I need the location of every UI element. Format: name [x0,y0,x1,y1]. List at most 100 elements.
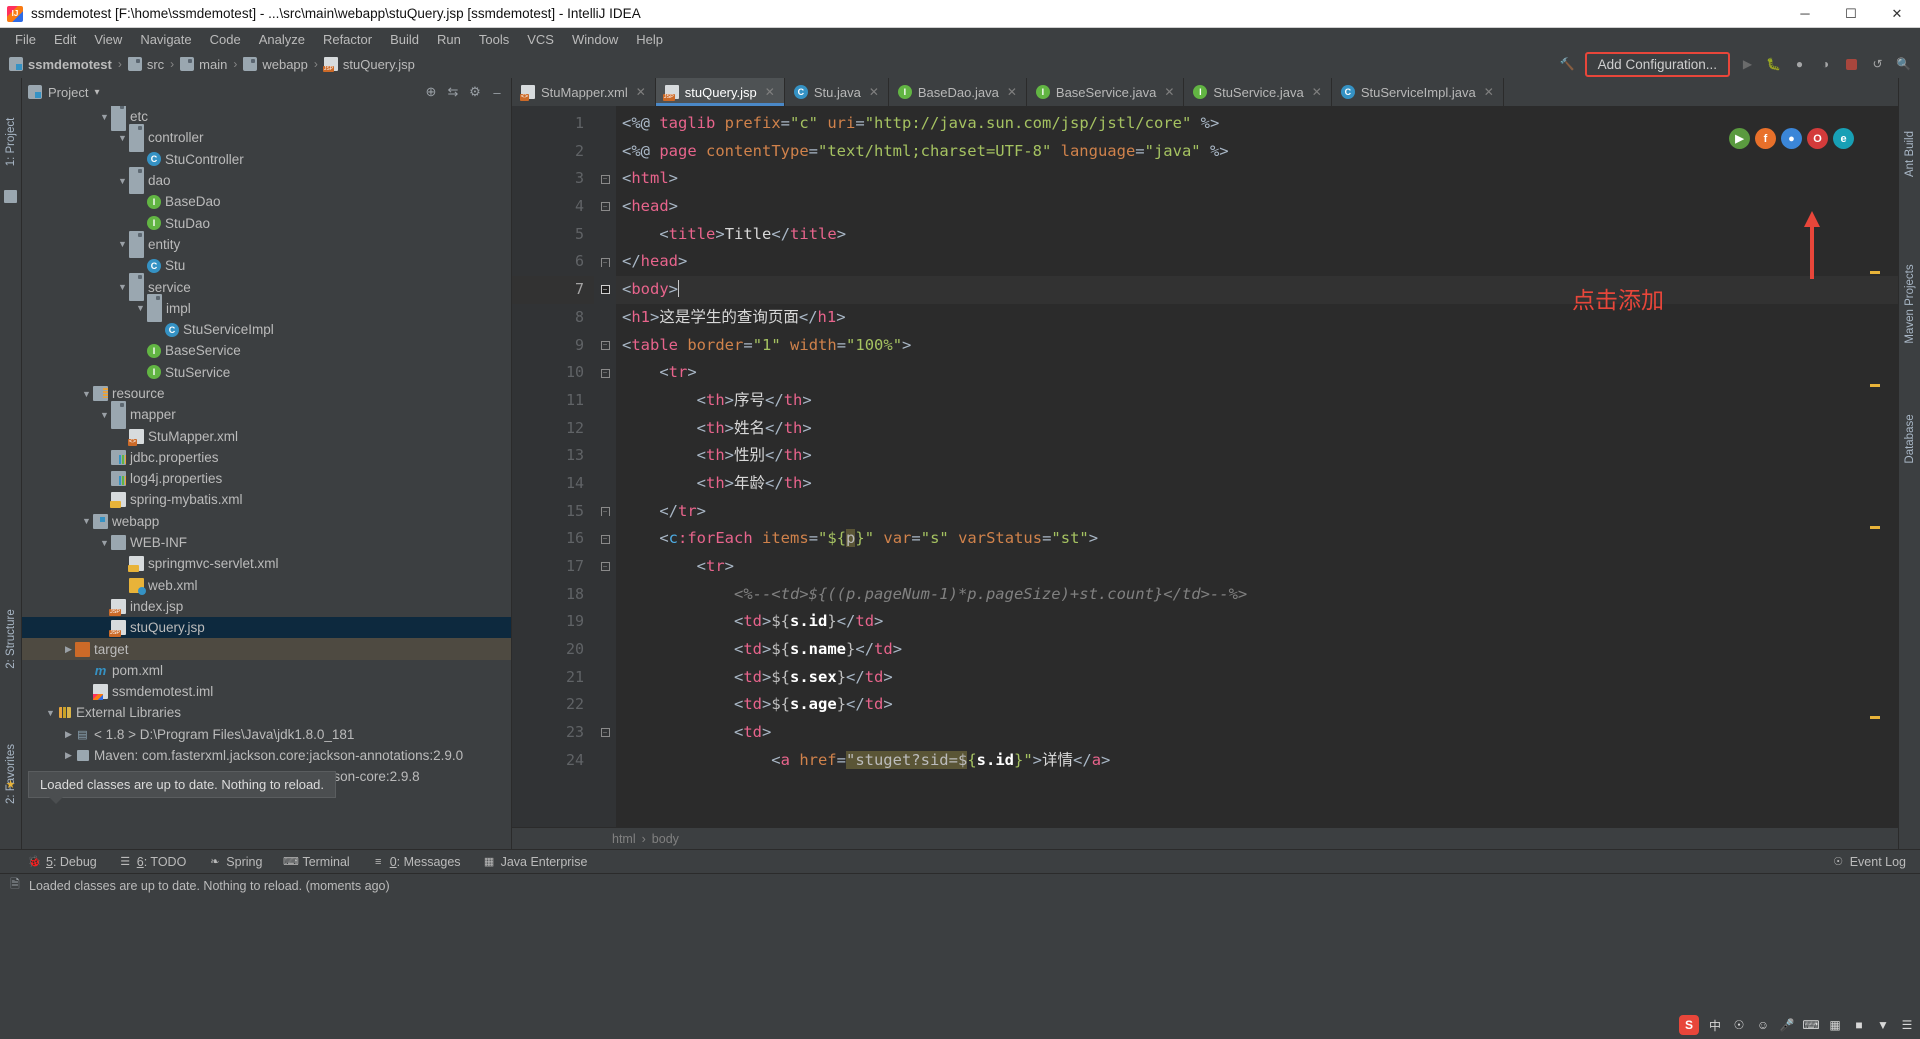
tree-node-service[interactable]: ▼ service [22,273,511,301]
tree-node-spring-mybatis.xml[interactable]: spring-mybatis.xml [22,489,511,510]
menu-item-edit[interactable]: Edit [45,30,85,49]
chevron-down-icon[interactable]: ▼ [98,538,111,548]
fold-toggle-icon[interactable]: − [594,719,616,747]
strip-item-project[interactable]: 1: Project [5,118,17,167]
fold-toggle-icon[interactable]: − [594,276,616,304]
chevron-down-icon[interactable]: ▼ [80,516,93,526]
strip-item-ant-build[interactable]: Ant Build [1904,131,1916,177]
tree-node-stuservice[interactable]: I StuService [22,362,511,383]
code-content[interactable]: <%@ taglib prefix="c" uri="http://java.s… [616,106,1898,827]
menu-item-run[interactable]: Run [428,30,470,49]
code-line[interactable]: </tr> [616,498,1898,526]
locate-icon[interactable]: ⊕ [423,84,439,100]
stop-icon[interactable] [1843,56,1860,73]
code-line[interactable]: <c:forEach items="${p}" var="s" varStatu… [616,525,1898,553]
code-line[interactable]: </head> [616,248,1898,276]
menu-item-view[interactable]: View [85,30,131,49]
edge-icon[interactable]: e [1833,128,1854,149]
close-button[interactable]: ✕ [1874,0,1920,28]
close-icon[interactable]: ✕ [1007,85,1017,99]
warning-marker[interactable] [1870,271,1880,274]
bottom-tool-6--todo[interactable]: ☰ 6: TODO [119,855,186,869]
tray-icon[interactable]: ▦ [1826,1016,1844,1034]
code-line[interactable]: <h1>这是学生的查询页面</h1> [616,304,1898,332]
code-line[interactable]: <head> [616,193,1898,221]
debug-icon[interactable]: 🐛 [1765,56,1782,73]
code-line[interactable]: <th>年龄</th> [616,470,1898,498]
maximize-button[interactable]: ☐ [1828,0,1874,28]
chrome-icon[interactable]: ● [1781,128,1802,149]
breadcrumb-item-webapp[interactable]: webapp [240,56,311,73]
opera-icon[interactable]: O [1807,128,1828,149]
strip-item-maven-projects[interactable]: Maven Projects [1904,264,1916,343]
chevron-down-icon[interactable]: ▾ [94,87,99,98]
fold-toggle-icon[interactable]: − [594,553,616,581]
code-line[interactable]: <td>${s.age}</td> [616,691,1898,719]
fold-toggle-icon[interactable]: − [594,498,616,526]
tree-node-controller[interactable]: ▼ controller [22,124,511,152]
code-line[interactable]: <%@ page contentType="text/html;charset=… [616,138,1898,166]
breadcrumb-item-stuquery-jsp[interactable]: stuQuery.jsp [321,56,418,73]
chevron-down-icon[interactable]: ▼ [98,410,111,420]
tray-icon[interactable]: ☰ [1898,1016,1916,1034]
chevron-right-icon[interactable]: ▶ [62,644,75,655]
tray-icon[interactable]: 中 [1706,1016,1724,1034]
breadcrumb-item-main[interactable]: main [177,56,230,73]
code-line[interactable]: <%--<td>${((p.pageNum-1)*p.pageSize)+st.… [616,581,1898,609]
menu-item-tools[interactable]: Tools [470,30,518,49]
breadcrumb-item-ssmdemotest[interactable]: ssmdemotest [6,56,115,73]
run-icon[interactable]: ▶ [1739,56,1756,73]
tree-node-web-inf[interactable]: ▼ WEB-INF [22,532,511,553]
close-icon[interactable]: ✕ [1312,85,1322,99]
chevron-down-icon[interactable]: ▼ [116,282,129,292]
tree-node-dao[interactable]: ▼ dao [22,166,511,195]
warning-marker[interactable] [1870,384,1880,387]
browser-launch-bar[interactable]: ▶ f ● Oe [1729,128,1854,149]
menu-item-vcs[interactable]: VCS [518,30,563,49]
bottom-tool-spring[interactable]: ❧ Spring [208,855,262,869]
warning-marker[interactable] [1870,526,1880,529]
chevron-right-icon[interactable]: ▶ [62,729,75,740]
search-everywhere-icon[interactable]: 🔍 [1895,56,1912,73]
code-line[interactable]: <th>姓名</th> [616,415,1898,443]
code-line[interactable]: <td> [616,719,1898,747]
editor-marker-track[interactable] [1866,106,1880,827]
editor-tab-stumapper-xml[interactable]: StuMapper.xml ✕ [512,78,656,106]
tree-node-entity[interactable]: ▼ entity [22,230,511,259]
tree-node-resource[interactable]: ▼ resource [22,383,511,404]
tray-icon[interactable]: 🎤 [1778,1016,1796,1034]
minimize-button[interactable]: ─ [1782,0,1828,28]
menu-item-code[interactable]: Code [201,30,250,49]
editor-tab-stuquery-jsp[interactable]: stuQuery.jsp ✕ [655,78,785,106]
code-line[interactable]: <body> [616,276,1898,304]
code-line[interactable]: <td>${s.sex}</td> [616,664,1898,692]
code-line[interactable]: <title>Title</title> [616,221,1898,249]
tree-node-external-libraries[interactable]: ▼ External Libraries [22,702,511,723]
tree-node-maven--com.fasterxml.jackson.core-jackson-annotations-2.9.0[interactable]: ▶ Maven: com.fasterxml.jackson.core:jacks… [22,745,511,766]
code-line[interactable]: <%@ taglib prefix="c" uri="http://java.s… [616,110,1898,138]
update-app-icon[interactable]: ↺ [1869,56,1886,73]
fold-toggle-icon[interactable]: − [594,332,616,360]
code-line[interactable]: <a href="stuget?sid=${s.id}">详情</a> [616,747,1898,775]
bottom-tool-terminal[interactable]: ⌨ Terminal [283,855,350,869]
tray-icon[interactable]: ⌨ [1802,1016,1820,1034]
menu-item-help[interactable]: Help [627,30,672,49]
bottom-tool-5--debug[interactable]: 🐞 5: Debug [28,855,97,869]
tree-node-stumapper.xml[interactable]: StuMapper.xml [22,425,511,446]
fold-toggle-icon[interactable]: − [594,248,616,276]
chevron-down-icon[interactable]: ▼ [134,303,147,313]
sogou-ime-icon[interactable]: S [1679,1015,1699,1035]
tree-node-jdbc.properties[interactable]: jdbc.properties [22,447,511,468]
tree-node-baseservice[interactable]: I BaseService [22,340,511,361]
chevron-down-icon[interactable]: ▼ [44,708,57,718]
event-log-button[interactable]: ☉ Event Log [1832,855,1906,869]
fold-toggle-icon[interactable]: − [594,193,616,221]
bottom-tool-java-enterprise[interactable]: ▦ Java Enterprise [483,855,588,869]
close-icon[interactable]: ✕ [1164,85,1174,99]
close-icon[interactable]: ✕ [869,85,879,99]
settings-gear-icon[interactable]: ⚙ [467,84,483,100]
tray-icon[interactable]: ☺ [1754,1016,1772,1034]
code-line[interactable]: <tr> [616,359,1898,387]
code-line[interactable]: <table border="1" width="100%"> [616,332,1898,360]
chevron-down-icon[interactable]: ▼ [80,389,93,399]
